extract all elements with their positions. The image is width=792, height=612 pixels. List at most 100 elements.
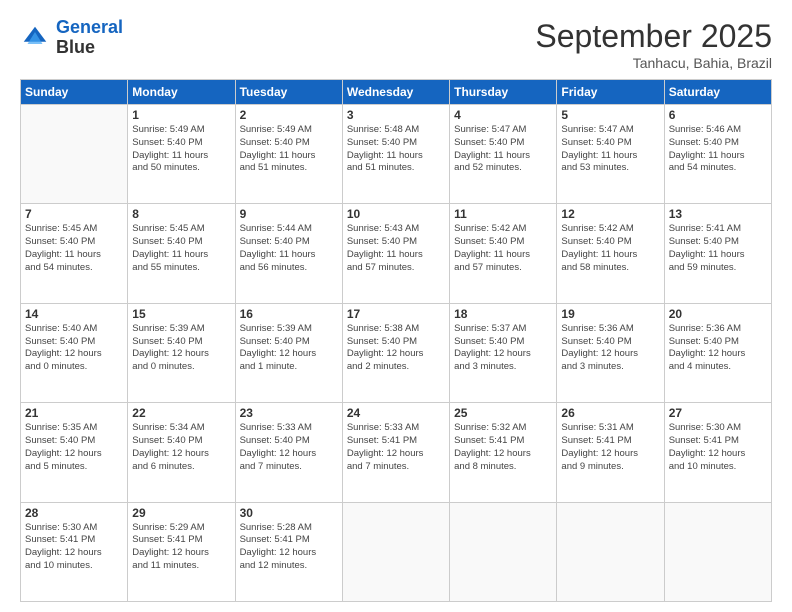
week-row-4: 21 Sunrise: 5:35 AMSunset: 5:40 PMDayligh…	[21, 403, 772, 502]
col-header-saturday: Saturday	[664, 80, 771, 105]
calendar-cell	[342, 502, 449, 601]
week-row-3: 14 Sunrise: 5:40 AMSunset: 5:40 PMDayligh…	[21, 303, 772, 402]
day-info: Sunrise: 5:30 AMSunset: 5:41 PMDaylight:…	[669, 422, 767, 473]
day-info: Sunrise: 5:29 AMSunset: 5:41 PMDaylight:…	[132, 522, 230, 573]
day-number: 13	[669, 207, 767, 221]
day-info: Sunrise: 5:42 AMSunset: 5:40 PMDaylight:…	[454, 223, 552, 274]
calendar-cell: 22 Sunrise: 5:34 AMSunset: 5:40 PMDayligh…	[128, 403, 235, 502]
week-row-2: 7 Sunrise: 5:45 AMSunset: 5:40 PMDaylight…	[21, 204, 772, 303]
day-info: Sunrise: 5:43 AMSunset: 5:40 PMDaylight:…	[347, 223, 445, 274]
day-info: Sunrise: 5:44 AMSunset: 5:40 PMDaylight:…	[240, 223, 338, 274]
calendar-cell: 19 Sunrise: 5:36 AMSunset: 5:40 PMDayligh…	[557, 303, 664, 402]
calendar-cell: 1Sunrise: 5:49 AMSunset: 5:40 PMDaylight…	[128, 105, 235, 204]
day-number: 2	[240, 108, 338, 122]
calendar-cell: 18 Sunrise: 5:37 AMSunset: 5:40 PMDayligh…	[450, 303, 557, 402]
col-header-tuesday: Tuesday	[235, 80, 342, 105]
title-block: September 2025 Tanhacu, Bahia, Brazil	[535, 18, 772, 71]
day-number: 26	[561, 406, 659, 420]
calendar-cell: 24 Sunrise: 5:33 AMSunset: 5:41 PMDayligh…	[342, 403, 449, 502]
day-info: Sunrise: 5:39 AMSunset: 5:40 PMDaylight:…	[240, 323, 338, 374]
calendar-cell: 6Sunrise: 5:46 AMSunset: 5:40 PMDaylight…	[664, 105, 771, 204]
day-number: 27	[669, 406, 767, 420]
logo-icon	[20, 23, 50, 53]
day-number: 17	[347, 307, 445, 321]
day-info: Sunrise: 5:31 AMSunset: 5:41 PMDaylight:…	[561, 422, 659, 473]
calendar-cell: 29 Sunrise: 5:29 AMSunset: 5:41 PMDayligh…	[128, 502, 235, 601]
calendar-cell: 10 Sunrise: 5:43 AMSunset: 5:40 PMDayligh…	[342, 204, 449, 303]
day-info: Sunrise: 5:48 AMSunset: 5:40 PMDaylight:…	[347, 124, 445, 175]
calendar-cell: 13Sunrise: 5:41 AMSunset: 5:40 PMDayligh…	[664, 204, 771, 303]
col-header-friday: Friday	[557, 80, 664, 105]
day-number: 21	[25, 406, 123, 420]
day-number: 1	[132, 108, 230, 122]
day-number: 23	[240, 406, 338, 420]
calendar-cell: 26 Sunrise: 5:31 AMSunset: 5:41 PMDayligh…	[557, 403, 664, 502]
day-number: 25	[454, 406, 552, 420]
day-info: Sunrise: 5:49 AMSunset: 5:40 PMDaylight:…	[240, 124, 338, 175]
logo-line1: General	[56, 17, 123, 37]
day-number: 9	[240, 207, 338, 221]
day-number: 19	[561, 307, 659, 321]
day-number: 11	[454, 207, 552, 221]
week-row-1: 1 Sunrise: 5:49 AMSunset: 5:40 PMDaylight…	[21, 105, 772, 204]
day-number: 20	[669, 307, 767, 321]
calendar-cell: 4Sunrise: 5:47 AMSunset: 5:40 PMDaylight…	[450, 105, 557, 204]
day-info: Sunrise: 5:33 AMSunset: 5:41 PMDaylight:…	[347, 422, 445, 473]
calendar-cell: 21 Sunrise: 5:35 AMSunset: 5:40 PMDayligh…	[21, 403, 128, 502]
day-number: 5	[561, 108, 659, 122]
day-info: Sunrise: 5:34 AMSunset: 5:40 PMDaylight:…	[132, 422, 230, 473]
day-number: 10	[347, 207, 445, 221]
day-info: Sunrise: 5:46 AMSunset: 5:40 PMDaylight:…	[669, 124, 767, 175]
header: General Blue September 2025 Tanhacu, Bah…	[20, 18, 772, 71]
day-info: Sunrise: 5:37 AMSunset: 5:40 PMDaylight:…	[454, 323, 552, 374]
day-info: Sunrise: 5:33 AMSunset: 5:40 PMDaylight:…	[240, 422, 338, 473]
day-info: Sunrise: 5:38 AMSunset: 5:40 PMDaylight:…	[347, 323, 445, 374]
calendar-cell: 15Sunrise: 5:39 AMSunset: 5:40 PMDayligh…	[128, 303, 235, 402]
day-number: 12	[561, 207, 659, 221]
calendar-cell: 27 Sunrise: 5:30 AMSunset: 5:41 PMDayligh…	[664, 403, 771, 502]
calendar-cell: 30Sunrise: 5:28 AMSunset: 5:41 PMDayligh…	[235, 502, 342, 601]
day-info: Sunrise: 5:36 AMSunset: 5:40 PMDaylight:…	[561, 323, 659, 374]
day-number: 18	[454, 307, 552, 321]
day-info: Sunrise: 5:32 AMSunset: 5:41 PMDaylight:…	[454, 422, 552, 473]
col-header-sunday: Sunday	[21, 80, 128, 105]
calendar-cell	[557, 502, 664, 601]
calendar-cell: 3Sunrise: 5:48 AMSunset: 5:40 PMDaylight…	[342, 105, 449, 204]
page: General Blue September 2025 Tanhacu, Bah…	[0, 0, 792, 612]
col-header-wednesday: Wednesday	[342, 80, 449, 105]
calendar-cell: 2 Sunrise: 5:49 AMSunset: 5:40 PMDaylight…	[235, 105, 342, 204]
calendar-cell: 5 Sunrise: 5:47 AMSunset: 5:40 PMDaylight…	[557, 105, 664, 204]
day-info: Sunrise: 5:30 AMSunset: 5:41 PMDaylight:…	[25, 522, 123, 573]
day-info: Sunrise: 5:35 AMSunset: 5:40 PMDaylight:…	[25, 422, 123, 473]
col-header-monday: Monday	[128, 80, 235, 105]
calendar-cell	[450, 502, 557, 601]
calendar-cell: 11 Sunrise: 5:42 AMSunset: 5:40 PMDayligh…	[450, 204, 557, 303]
location-subtitle: Tanhacu, Bahia, Brazil	[535, 55, 772, 71]
calendar-cell: 25 Sunrise: 5:32 AMSunset: 5:41 PMDayligh…	[450, 403, 557, 502]
month-title: September 2025	[535, 18, 772, 55]
day-number: 24	[347, 406, 445, 420]
calendar-cell: 14 Sunrise: 5:40 AMSunset: 5:40 PMDayligh…	[21, 303, 128, 402]
day-number: 22	[132, 406, 230, 420]
day-info: Sunrise: 5:36 AMSunset: 5:40 PMDaylight:…	[669, 323, 767, 374]
day-info: Sunrise: 5:45 AMSunset: 5:40 PMDaylight:…	[25, 223, 123, 274]
calendar-cell: 28 Sunrise: 5:30 AMSunset: 5:41 PMDayligh…	[21, 502, 128, 601]
week-row-5: 28 Sunrise: 5:30 AMSunset: 5:41 PMDayligh…	[21, 502, 772, 601]
calendar-cell: 9 Sunrise: 5:44 AMSunset: 5:40 PMDaylight…	[235, 204, 342, 303]
day-info: Sunrise: 5:47 AMSunset: 5:40 PMDaylight:…	[561, 124, 659, 175]
day-number: 8	[132, 207, 230, 221]
day-number: 29	[132, 506, 230, 520]
day-number: 7	[25, 207, 123, 221]
col-header-thursday: Thursday	[450, 80, 557, 105]
calendar-cell: 23 Sunrise: 5:33 AMSunset: 5:40 PMDayligh…	[235, 403, 342, 502]
day-number: 28	[25, 506, 123, 520]
logo-line2: Blue	[56, 38, 123, 58]
day-info: Sunrise: 5:28 AMSunset: 5:41 PMDaylight:…	[240, 522, 338, 573]
day-number: 16	[240, 307, 338, 321]
day-info: Sunrise: 5:40 AMSunset: 5:40 PMDaylight:…	[25, 323, 123, 374]
calendar-cell	[21, 105, 128, 204]
day-info: Sunrise: 5:42 AMSunset: 5:40 PMDaylight:…	[561, 223, 659, 274]
day-number: 14	[25, 307, 123, 321]
day-number: 15	[132, 307, 230, 321]
day-number: 4	[454, 108, 552, 122]
